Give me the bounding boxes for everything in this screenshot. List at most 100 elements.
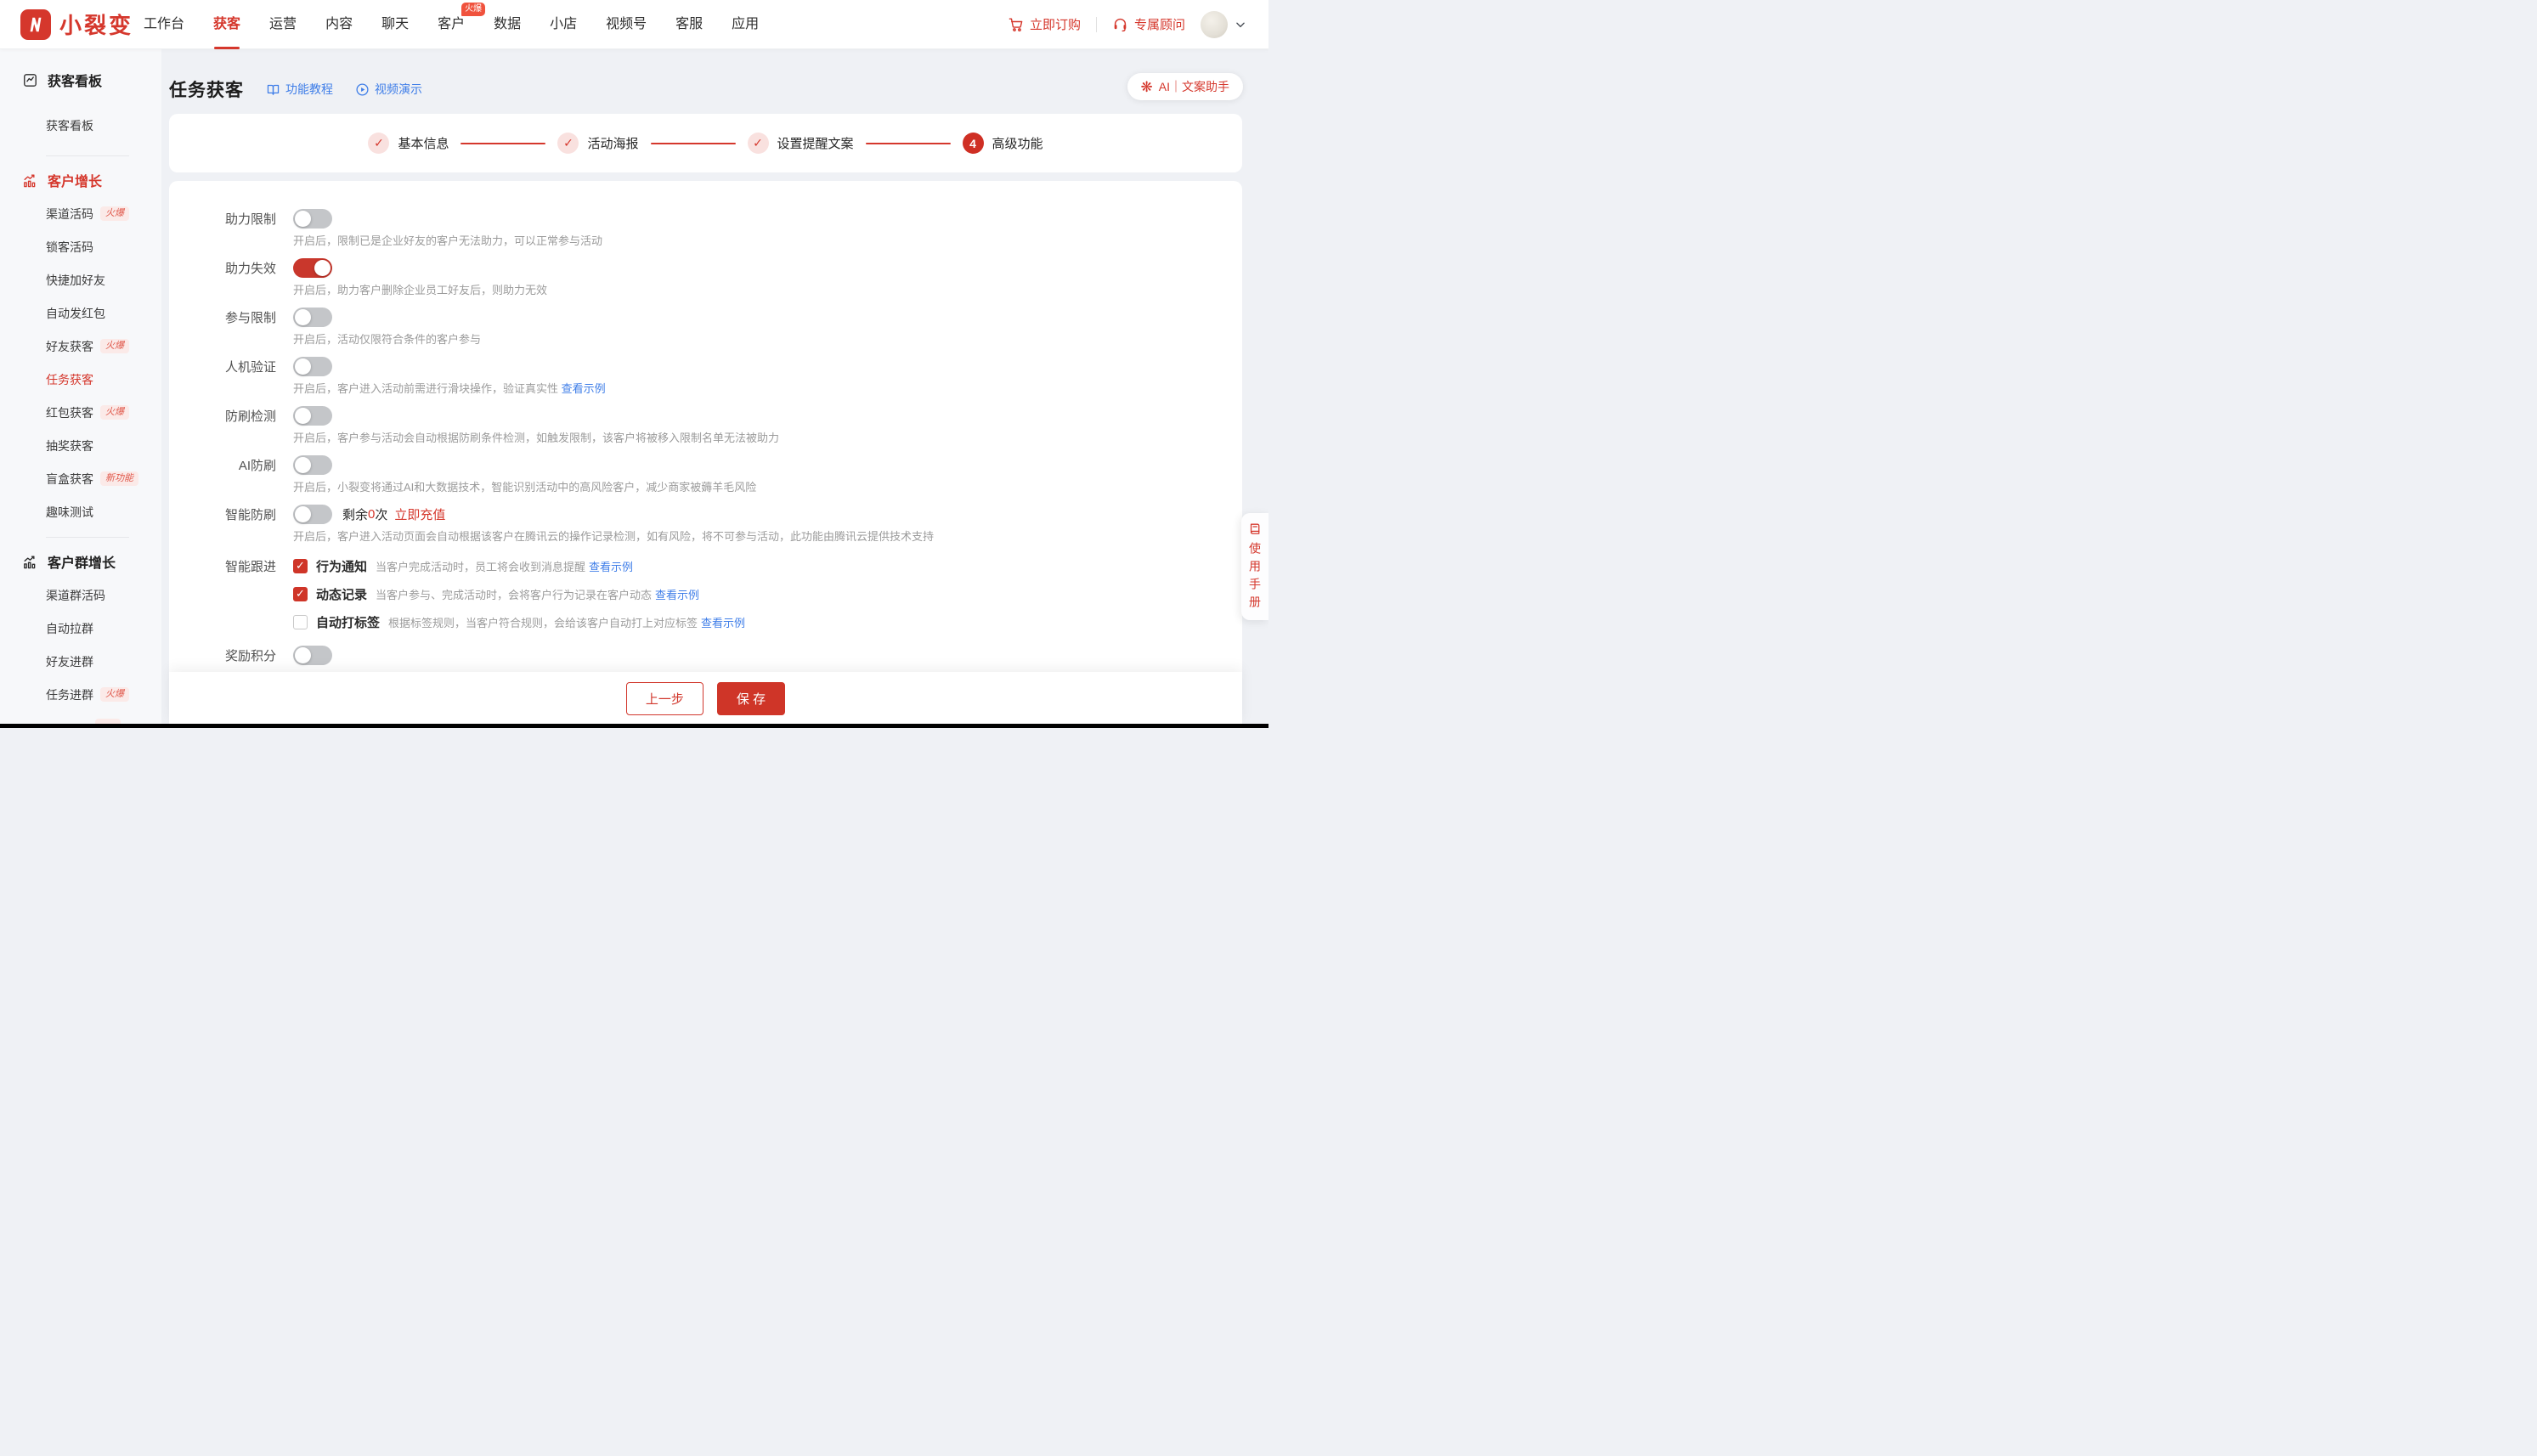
advisor-button[interactable]: 专属顾问 — [1112, 15, 1185, 33]
view-example-link[interactable]: 查看示例 — [589, 561, 633, 573]
nav-item-customers[interactable]: 客户火爆 — [438, 0, 465, 49]
check-icon: ✓ — [368, 133, 389, 154]
form-row-anti-fraud-check: 防刷检测 开启后，客户参与活动会自动根据防刷条件检测，如触发限制，该客户将被移入… — [195, 405, 1242, 446]
step-number: 4 — [963, 133, 984, 154]
form-row-smart-follow: 智能跟进 行为通知 当客户完成活动时，员工将会收到消息提醒查看示例 动态记录 当… — [195, 556, 1242, 631]
sidebar-item-auto-group[interactable]: 自动拉群 — [0, 612, 161, 645]
view-example-link[interactable]: 查看示例 — [701, 617, 745, 629]
join-limit-toggle[interactable] — [293, 308, 332, 327]
brand-name: 小裂变 — [59, 8, 133, 40]
assist-invalid-toggle[interactable] — [293, 258, 332, 278]
kanban-icon — [22, 72, 38, 88]
play-circle-icon — [355, 82, 370, 97]
headset-icon — [1112, 16, 1128, 32]
recharge-link[interactable]: 立即充值 — [394, 505, 445, 523]
nav-item-workbench[interactable]: 工作台 — [144, 0, 184, 49]
navbar-right: 立即订购 专属顾问 — [1008, 11, 1246, 38]
sidebar-item-lock-qr[interactable]: 锁客活码 — [0, 230, 161, 263]
sidebar-section-customer-growth: 客户增长 — [0, 170, 161, 190]
sidebar-item-lottery-acquisition[interactable]: 抽奖获客 — [0, 429, 161, 462]
book-icon — [266, 82, 280, 97]
assist-limit-toggle[interactable] — [293, 209, 332, 229]
avatar[interactable] — [1201, 11, 1228, 38]
nav-item-video-channel[interactable]: 视频号 — [606, 0, 647, 49]
sidebar-section-kanban: 获客看板 — [0, 70, 161, 90]
brand-logo-icon — [20, 9, 51, 40]
chevron-down-icon[interactable] — [1235, 19, 1246, 31]
anti-fraud-toggle[interactable] — [293, 406, 332, 426]
growth-icon — [22, 172, 38, 189]
smart-shield-toggle[interactable] — [293, 505, 332, 524]
reward-points-toggle[interactable] — [293, 646, 332, 665]
footer-action-bar: 上一步 保 存 — [169, 672, 1242, 725]
ai-copywriter-button[interactable]: ❋ AI｜文案助手 — [1127, 73, 1243, 100]
nav-item-data[interactable]: 数据 — [494, 0, 521, 49]
step-poster[interactable]: ✓ 活动海报 — [557, 133, 638, 154]
video-demo-link[interactable]: 视频演示 — [355, 81, 422, 98]
save-button[interactable]: 保 存 — [717, 682, 785, 715]
divider — [46, 155, 129, 156]
hot-badge: 火爆 — [461, 3, 485, 16]
sidebar-item-friend-acquisition[interactable]: 好友获客火爆 — [0, 330, 161, 363]
nav-item-apps[interactable]: 应用 — [732, 0, 759, 49]
nav-item-content[interactable]: 内容 — [325, 0, 353, 49]
captcha-toggle[interactable] — [293, 357, 332, 376]
check-icon: ✓ — [557, 133, 579, 154]
form-row-join-limit: 参与限制 开启后，活动仅限符合条件的客户参与 — [195, 307, 1242, 347]
nav-item-shop[interactable]: 小店 — [550, 0, 577, 49]
nav-item-acquisition[interactable]: 获客 — [213, 0, 240, 49]
sidebar-item-kanban[interactable]: 获客看板 — [0, 109, 161, 142]
advanced-settings-form: 助力限制 开启后，限制已是企业好友的客户无法助力，可以正常参与活动 助力失效 开… — [169, 181, 1242, 728]
cart-icon — [1008, 16, 1024, 32]
previous-step-button[interactable]: 上一步 — [626, 682, 703, 715]
top-navbar: 小裂变 工作台 获客 运营 内容 聊天 客户火爆 数据 小店 视频号 客服 应用… — [0, 0, 1268, 49]
new-badge: 新功能 — [100, 471, 138, 486]
sidebar-item-channel-group-qr[interactable]: 渠道群活码 — [0, 578, 161, 612]
nav-item-chat[interactable]: 聊天 — [381, 0, 409, 49]
sidebar-item-fun-test[interactable]: 趣味测试 — [0, 495, 161, 528]
hot-badge: 火爆 — [100, 687, 129, 702]
form-row-captcha: 人机验证 开启后，客户进入活动前需进行滑块操作，验证真实性 查看示例 — [195, 356, 1242, 397]
sidebar-item-task-join-group[interactable]: 任务进群火爆 — [0, 678, 161, 711]
brand-logo[interactable]: 小裂变 — [20, 8, 133, 40]
step-advanced[interactable]: 4 高级功能 — [963, 133, 1043, 154]
sidebar-item-blindbox-acquisition[interactable]: 盲盒获客新功能 — [0, 462, 161, 495]
step-basic-info[interactable]: ✓ 基本信息 — [368, 133, 449, 154]
nav-item-operations[interactable]: 运营 — [269, 0, 297, 49]
nav-item-service[interactable]: 客服 — [675, 0, 703, 49]
step-connector — [651, 143, 736, 144]
view-example-link[interactable]: 查看示例 — [655, 589, 699, 601]
form-row-reward-points: 奖励积分 — [195, 645, 1242, 665]
sidebar-item-quick-add-friend[interactable]: 快捷加好友 — [0, 263, 161, 296]
app-window: 小裂变 工作台 获客 运营 内容 聊天 客户火爆 数据 小店 视频号 客服 应用… — [0, 0, 1268, 728]
form-row-assist-limit: 助力限制 开启后，限制已是企业好友的客户无法助力，可以正常参与活动 — [195, 208, 1242, 249]
stepper-card: ✓ 基本信息 ✓ 活动海报 ✓ 设置提醒文案 4 高级功能 — [169, 114, 1242, 172]
horizontal-scrollbar[interactable] — [0, 724, 1268, 728]
view-example-link[interactable]: 查看示例 — [562, 382, 606, 395]
manual-book-icon — [1248, 522, 1263, 536]
hot-badge: 火爆 — [100, 206, 129, 221]
check-icon: ✓ — [748, 133, 769, 154]
order-now-button[interactable]: 立即订购 — [1008, 15, 1081, 33]
auto-tag-checkbox[interactable] — [293, 615, 308, 629]
sidebar-item-auto-red-packet[interactable]: 自动发红包 — [0, 296, 161, 330]
ai-shield-toggle[interactable] — [293, 455, 332, 475]
sidebar-item-redpacket-acquisition[interactable]: 红包获客火爆 — [0, 396, 161, 429]
stepper: ✓ 基本信息 ✓ 活动海报 ✓ 设置提醒文案 4 高级功能 — [169, 114, 1242, 172]
form-row-smart-shield: 智能防刷 剩余0次立即充值 开启后，客户进入活动页面会自动根据该客户在腾讯云的操… — [195, 504, 1242, 545]
sidebar-section-group-growth: 客户群增长 — [0, 551, 161, 572]
step-reminder-copy[interactable]: ✓ 设置提醒文案 — [748, 133, 854, 154]
tutorial-link[interactable]: 功能教程 — [266, 81, 333, 98]
sidebar-item-channel-qr[interactable]: 渠道活码火爆 — [0, 197, 161, 230]
sidebar-item-friend-join-group[interactable]: 好友进群 — [0, 645, 161, 678]
page-header: 任务获客 功能教程 视频演示 ❋ AI｜文案助手 — [169, 71, 1268, 107]
group-growth-icon — [22, 554, 38, 570]
behavior-notify-checkbox[interactable] — [293, 559, 308, 573]
sidebar-item-task-acquisition[interactable]: 任务获客 — [0, 363, 161, 396]
activity-record-checkbox[interactable] — [293, 587, 308, 601]
step-connector — [461, 143, 545, 144]
remaining-count: 剩余0次立即充值 — [342, 505, 445, 523]
user-manual-tab[interactable]: 使用手册 — [1241, 513, 1268, 620]
step-connector — [866, 143, 951, 144]
divider — [1096, 17, 1097, 32]
